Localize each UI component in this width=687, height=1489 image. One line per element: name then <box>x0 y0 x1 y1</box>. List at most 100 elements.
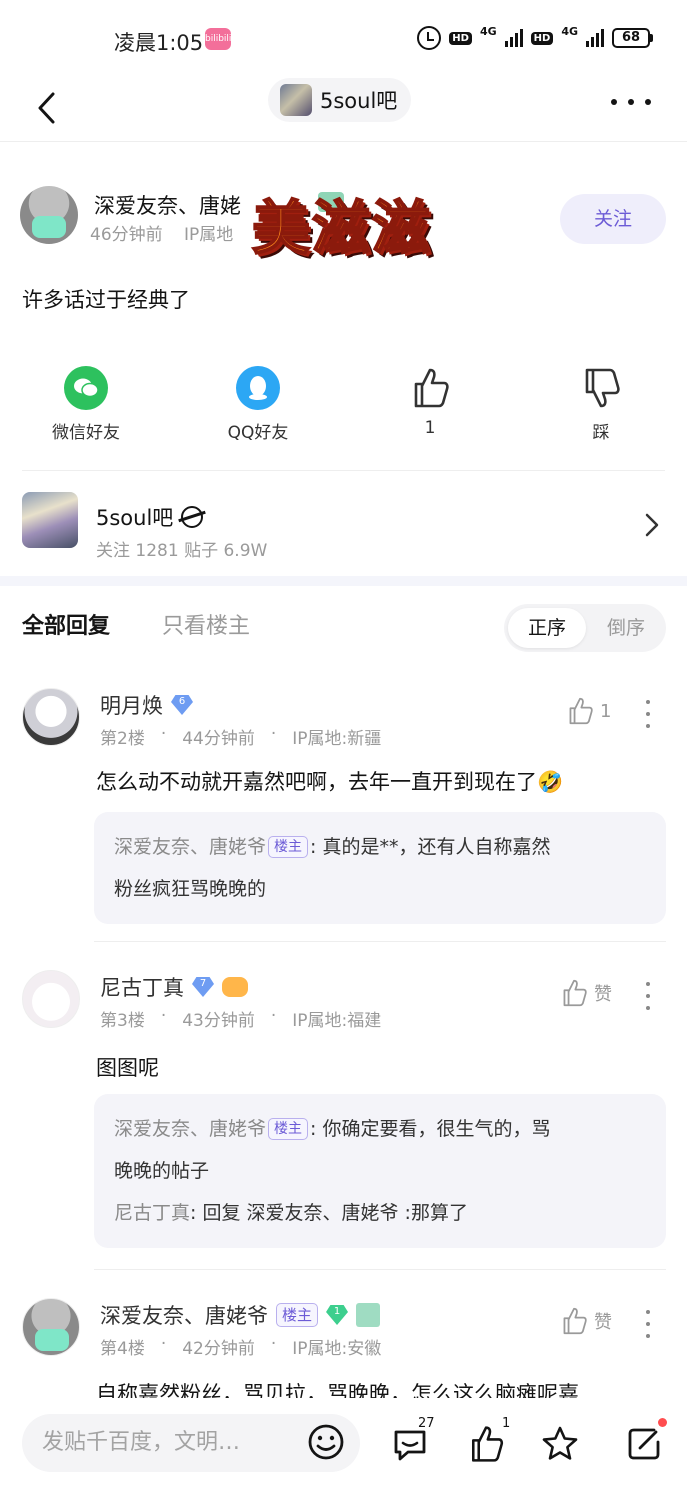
level-badge-icon: 1 <box>326 1305 349 1325</box>
order-descending-button[interactable]: 倒序 <box>590 608 662 648</box>
nav-bar: 5soul吧 <box>0 78 687 142</box>
level-badge-icon: 7 <box>192 977 214 997</box>
like-post-count: 1 <box>502 1416 511 1431</box>
divider <box>22 470 665 471</box>
sub-reply: 深爱友奈、唐姥爷 楼主: 你确定要看，很生气的，骂 <box>114 1108 646 1150</box>
avatar[interactable] <box>22 1298 80 1356</box>
emoji-button[interactable] <box>306 1422 346 1462</box>
star-icon <box>542 1426 578 1460</box>
reply-name-row: 尼古丁真 7 <box>100 972 248 1002</box>
reply-text: 自称嘉然粉丝，骂贝拉，骂晚晚，怎么这么脑瘫呢嘉 <box>96 1382 579 1398</box>
alarm-icon <box>417 26 442 50</box>
sub-reply-continuation: 晚晚的帖子 <box>114 1160 210 1182</box>
forum-title: 5soul吧 <box>320 89 398 113</box>
reply-time: 43分钟前 <box>182 1011 255 1031</box>
author-name[interactable]: 深爱友奈、唐姥 <box>94 190 241 220</box>
sub-reply-text: : 你确定要看，很生气的，骂 <box>310 1118 551 1140</box>
reply-meta: 第4楼 · 42分钟前 · IP属地:安徽 <box>100 1334 382 1359</box>
sub-reply: 尼古丁真: 回复 深爱友奈、唐姥爷 :那算了 <box>114 1192 646 1234</box>
reply-ip: IP属地:福建 <box>292 1011 382 1031</box>
like-post-button[interactable] <box>466 1424 506 1464</box>
avatar[interactable] <box>22 688 80 746</box>
sub-reply-box[interactable]: 深爱友奈、唐姥爷 楼主: 真的是**，还有人自称嘉然 粉丝疯狂骂晚晚的 <box>94 812 666 924</box>
signal-icon <box>504 29 523 47</box>
notification-dot <box>658 1418 667 1427</box>
status-time: 凌晨1:05 <box>114 31 204 55</box>
sub-reply-continuation: 粉丝疯狂骂晚晚的 <box>114 878 267 900</box>
tab-owner-only[interactable]: 只看楼主 <box>162 608 250 640</box>
sub-reply-author[interactable]: 深爱友奈、唐姥爷 <box>114 1118 266 1140</box>
order-ascending-button[interactable]: 正序 <box>508 608 586 648</box>
forum-card-name: 5soul吧 <box>96 506 174 530</box>
reply-meta: 第2楼 · 44分钟前 · IP属地:新疆 <box>100 724 382 749</box>
share-wechat-button[interactable]: 微信好友 <box>21 366 151 443</box>
more-options-button[interactable] <box>611 88 651 116</box>
thumbs-up-icon <box>569 697 593 725</box>
share-qq-button[interactable]: QQ好友 <box>193 366 323 443</box>
forum-card[interactable]: 5soul吧 关注 1281 贴子 6.9W <box>0 486 687 574</box>
sub-reply-text: : 回复 深爱友奈、唐姥爷 :那算了 <box>190 1202 468 1224</box>
sub-reply-author[interactable]: 尼古丁真 <box>114 1202 190 1224</box>
order-toggle: 正序 倒序 <box>504 604 666 652</box>
thumbs-up-icon <box>472 1426 504 1462</box>
reply-author[interactable]: 明月焕 <box>100 690 163 720</box>
reply-like-button[interactable]: 赞 <box>560 1306 612 1336</box>
reply-ip: IP属地:新疆 <box>292 729 382 749</box>
reply-item: 尼古丁真 7 第3楼 · 43分钟前 · IP属地:福建 赞 图图呢 深爱友奈、唐姥… <box>0 970 687 1250</box>
section-separator <box>0 576 687 586</box>
author-avatar[interactable] <box>20 186 78 244</box>
dislike-button[interactable]: 踩 <box>536 366 666 443</box>
reply-like-button[interactable]: 赞 <box>560 978 612 1008</box>
share-wechat-label: 微信好友 <box>52 423 120 443</box>
reply-text: 图图呢 <box>96 1056 159 1080</box>
reply-name-row: 明月焕 6 <box>100 690 193 720</box>
back-button[interactable] <box>26 86 66 130</box>
sticker-image: 美滋滋 <box>251 193 433 263</box>
reply-more-button[interactable] <box>646 1310 652 1338</box>
forum-card-avatar <box>22 492 78 548</box>
forum-card-stats: 关注 1281 贴子 6.9W <box>96 541 268 561</box>
reply-meta: 第3楼 · 43分钟前 · IP属地:福建 <box>100 1006 382 1031</box>
forum-title-pill[interactable]: 5soul吧 <box>268 78 412 122</box>
avatar[interactable] <box>22 970 80 1028</box>
chevron-right-icon <box>645 513 659 537</box>
reply-more-button[interactable] <box>646 700 652 728</box>
post-meta: 46分钟前 IP属地 <box>90 220 233 245</box>
bottom-toolbar: 发贴千百度，文明… 27 1 <box>0 1398 687 1489</box>
reply-floor: 第3楼 <box>100 1011 145 1031</box>
owner-tag: 楼主 <box>268 836 309 858</box>
divider <box>94 1269 666 1270</box>
battery-icon: 68 <box>612 28 653 48</box>
smile-icon <box>308 1424 344 1460</box>
wechat-icon <box>64 366 108 410</box>
owner-tag: 楼主 <box>268 1118 309 1140</box>
tab-all-replies[interactable]: 全部回复 <box>22 608 110 640</box>
reply-sort-bar: 全部回复 只看楼主 正序 倒序 <box>0 586 687 668</box>
reply-time: 42分钟前 <box>182 1339 255 1359</box>
game-badge-icon <box>222 977 248 997</box>
compose-button[interactable] <box>624 1424 664 1464</box>
forum-card-title: 5soul吧 <box>96 502 204 532</box>
level-badge-icon: 6 <box>171 695 193 715</box>
reply-like-button[interactable]: 1 <box>566 696 611 726</box>
reply-more-button[interactable] <box>646 982 652 1010</box>
favorite-button[interactable] <box>540 1424 580 1464</box>
thumbs-down-icon <box>579 366 623 410</box>
sub-reply-author[interactable]: 深爱友奈、唐姥爷 <box>114 836 266 858</box>
edit-icon <box>628 1428 660 1460</box>
post-actions: 微信好友 QQ好友 1 踩 <box>0 366 687 456</box>
reply-floor: 第2楼 <box>100 729 145 749</box>
reply-author[interactable]: 深爱友奈、唐姥爷 <box>100 1300 268 1330</box>
post-ip: IP属地 <box>184 225 234 245</box>
sub-reply-box[interactable]: 深爱友奈、唐姥爷 楼主: 你确定要看，很生气的，骂 晚晚的帖子 尼古丁真: 回复 … <box>94 1094 666 1248</box>
reply-time: 44分钟前 <box>182 729 255 749</box>
thumbs-up-icon <box>563 979 587 1007</box>
post-body: 许多话过于经典了 <box>22 288 190 312</box>
follow-button[interactable]: 关注 <box>560 194 666 244</box>
reply-item: 深爱友奈、唐姥爷 楼主 1 第4楼 · 42分钟前 · IP属地:安徽 赞 自称嘉然… <box>0 1298 687 1398</box>
reply-like-label: 赞 <box>594 984 612 1005</box>
reply-author[interactable]: 尼古丁真 <box>100 972 184 1002</box>
like-button[interactable]: 1 <box>365 366 495 438</box>
hd-badge-2: HD <box>530 31 554 45</box>
network-type-2: 4G <box>561 24 578 38</box>
